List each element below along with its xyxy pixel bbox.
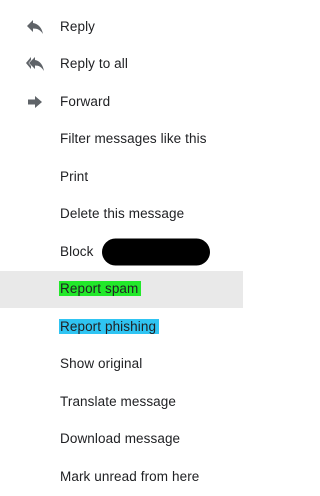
menu-item-label: Download message: [60, 431, 181, 447]
menu-item-report-phishing[interactable]: Report phishing: [0, 308, 243, 346]
menu-item-report-spam[interactable]: Report spam: [0, 270, 243, 308]
menu-item-label: Mark unread from here: [60, 468, 200, 484]
menu-item-forward[interactable]: Forward: [0, 83, 243, 121]
menu-item-filter-messages[interactable]: Filter messages like this: [0, 121, 243, 159]
menu-item-download-message[interactable]: Download message: [0, 421, 243, 459]
menu-item-reply[interactable]: Reply: [0, 8, 243, 46]
message-actions-menu: Reply Reply to all Forward Filter messag…: [0, 8, 243, 496]
menu-item-label: Report spam: [59, 280, 142, 298]
menu-item-show-original[interactable]: Show original: [0, 346, 243, 384]
menu-item-label: Delete this message: [60, 206, 185, 222]
redaction-mark: [102, 238, 210, 266]
menu-item-translate-message[interactable]: Translate message: [0, 383, 243, 421]
menu-item-label: Block: [60, 243, 94, 259]
menu-item-label: Show original: [60, 356, 143, 372]
forward-icon: [26, 94, 44, 110]
menu-item-label: Translate message: [60, 393, 177, 409]
menu-item-label: Print: [60, 168, 89, 184]
reply-icon: [26, 19, 44, 35]
menu-item-label: Filter messages like this: [60, 131, 207, 147]
menu-item-reply-to-all[interactable]: Reply to all: [0, 46, 243, 84]
menu-item-print[interactable]: Print: [0, 158, 243, 196]
spam-highlight: Report spam: [59, 281, 142, 297]
menu-item-label: Report phishing: [59, 318, 160, 336]
menu-item-label: Forward: [60, 93, 111, 109]
menu-item-label: Reply to all: [60, 56, 128, 72]
phishing-highlight: Report phishing: [59, 318, 160, 334]
menu-item-mark-unread[interactable]: Mark unread from here: [0, 458, 243, 496]
menu-item-block-sender[interactable]: Block: [0, 233, 243, 271]
menu-item-delete-message[interactable]: Delete this message: [0, 196, 243, 234]
menu-item-label: Reply: [60, 18, 96, 34]
reply-all-icon: [26, 56, 44, 72]
